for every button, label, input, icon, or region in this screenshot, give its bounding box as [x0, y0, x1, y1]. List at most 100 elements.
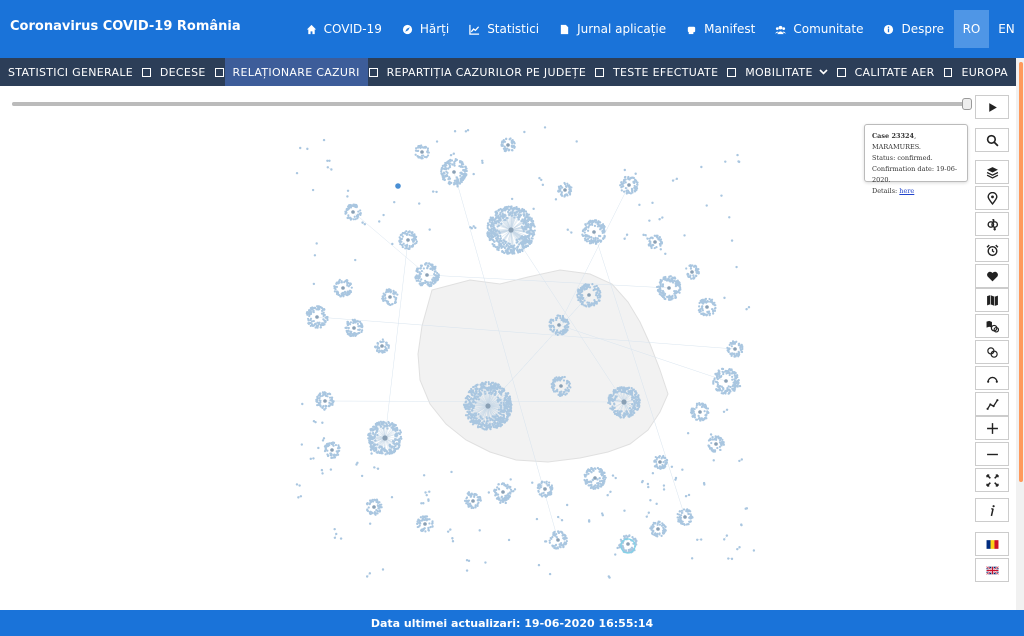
graph-node	[366, 508, 369, 511]
graph-node	[348, 332, 351, 336]
page-scrollbar-thumb[interactable]	[1019, 62, 1023, 482]
graph-node	[479, 498, 482, 502]
graph-node	[628, 407, 632, 410]
graph-node	[717, 435, 720, 438]
tab-repartitia-judete[interactable]: REPARTIȚIA CAZURILOR PE JUDEȚE	[379, 58, 595, 86]
graph-node	[590, 303, 593, 307]
lang-en-button[interactable]: EN	[989, 0, 1024, 58]
graph-node	[474, 397, 477, 400]
nav-harti[interactable]: Hărți	[392, 0, 459, 58]
graph-node	[579, 294, 582, 297]
graph-node	[330, 443, 334, 446]
graph-node	[582, 234, 585, 238]
graph-node	[398, 437, 401, 440]
graph-node	[717, 386, 720, 389]
graph-node	[474, 390, 477, 393]
graph-node	[421, 282, 425, 286]
graph-node	[328, 401, 331, 404]
tab-statistici-generale[interactable]: STATISTICI GENERALE	[0, 58, 141, 86]
graph-node	[716, 378, 719, 381]
graph-node	[630, 398, 634, 401]
timeline-handle[interactable]	[962, 98, 972, 110]
graph-node	[356, 320, 360, 323]
timeline-slider[interactable]	[12, 102, 970, 106]
graph-node	[497, 221, 501, 224]
nav-jurnal[interactable]: Jurnal aplicație	[549, 0, 676, 58]
graph-node	[441, 172, 444, 176]
graph-hub-node	[653, 240, 657, 244]
graph-node	[657, 520, 661, 524]
tab-relationare-cazuri[interactable]: RELAȚIONARE CAZURI	[224, 58, 368, 86]
graph-hub-node	[667, 286, 671, 290]
tab-teste-efectuate[interactable]: TESTE EFECTUATE	[605, 58, 726, 86]
graph-node	[489, 428, 492, 431]
graph-node	[509, 409, 513, 412]
graph-node	[553, 384, 556, 387]
nav-statistici[interactable]: Statistici	[459, 0, 549, 58]
graph-hub-node	[420, 150, 424, 154]
graph-node	[609, 402, 612, 406]
tab-mobilitate[interactable]: MOBILITATE	[737, 58, 836, 86]
graph-node	[604, 476, 607, 479]
graph-node	[550, 537, 553, 540]
graph-node	[730, 372, 733, 375]
graph-node	[556, 333, 559, 336]
graph-node	[552, 533, 555, 537]
graph-node	[417, 149, 420, 152]
nav-manifest[interactable]: Manifest	[676, 0, 765, 58]
graph-node	[715, 380, 719, 384]
graph-node	[376, 433, 379, 437]
graph-node	[478, 391, 481, 394]
brand-title[interactable]: Coronavirus COVID-19 România	[10, 19, 241, 34]
graph-node	[447, 161, 450, 165]
graph-node	[379, 340, 382, 343]
graph-node	[385, 341, 388, 344]
fist-icon	[687, 26, 696, 34]
graph-node	[623, 176, 627, 179]
graph-node	[329, 393, 332, 396]
graph-node	[520, 241, 524, 244]
graph-node	[679, 514, 683, 517]
tab-europa[interactable]: EUROPA	[953, 58, 1016, 86]
graph-node	[445, 174, 448, 177]
graph-node	[583, 299, 586, 302]
graph-node	[349, 282, 352, 285]
graph-node	[355, 332, 358, 335]
graph-node	[474, 419, 478, 422]
graph-node	[497, 243, 501, 247]
case-relation-graph[interactable]	[0, 112, 972, 610]
nav-covid19[interactable]: COVID-19	[296, 0, 392, 58]
nav-comunitate[interactable]: Comunitate	[765, 0, 873, 58]
tab-calitate-aer[interactable]: CALITATE AER	[847, 58, 943, 86]
nav-despre[interactable]: Despre	[873, 0, 954, 58]
graph-node	[488, 238, 491, 242]
graph-node	[337, 444, 340, 447]
graph-node	[433, 273, 436, 276]
graph-node	[600, 226, 603, 229]
graph-node	[504, 206, 507, 209]
graph-node	[393, 424, 396, 428]
graph-node	[454, 158, 457, 161]
graph-node	[495, 239, 498, 242]
graph-node	[398, 429, 402, 432]
graph-node	[316, 326, 319, 329]
graph-node	[491, 419, 494, 422]
graph-node	[619, 538, 622, 541]
graph-node	[505, 419, 508, 422]
graph-node	[337, 446, 341, 449]
graph-node	[599, 482, 602, 485]
tab-decese[interactable]: DECESE	[152, 58, 214, 86]
graph-node	[602, 237, 605, 240]
graph-node	[479, 425, 482, 429]
graph-node	[502, 239, 505, 242]
graph-node	[370, 440, 373, 443]
graph-node	[587, 472, 590, 475]
graph-node	[374, 513, 377, 516]
graph-node	[336, 291, 340, 294]
graph-node	[613, 397, 617, 400]
graph-node	[566, 380, 569, 383]
graph-node	[486, 226, 489, 230]
graph-node	[631, 403, 634, 406]
graph-node	[691, 407, 695, 410]
lang-ro-button[interactable]: RO	[954, 10, 989, 48]
